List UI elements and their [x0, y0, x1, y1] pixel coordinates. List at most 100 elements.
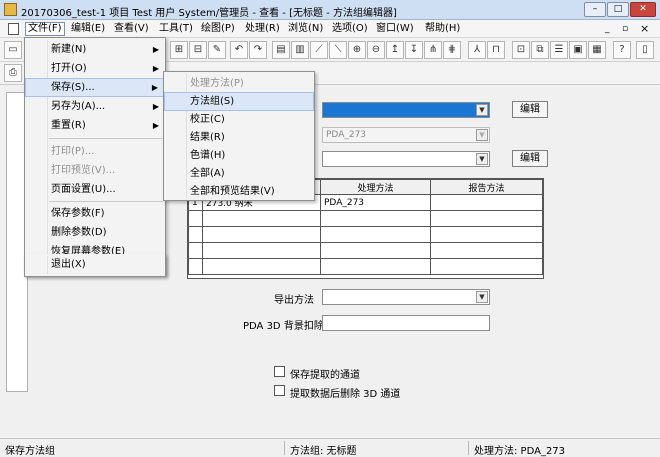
- menu-browse[interactable]: 浏览(N): [286, 22, 325, 36]
- tool-icon[interactable]: ▣: [569, 41, 587, 59]
- dropdown-arrow-icon[interactable]: ▼: [476, 104, 488, 116]
- table-cell[interactable]: [430, 194, 543, 211]
- tool-icon[interactable]: ▯: [636, 41, 654, 59]
- pda-background-label: PDA 3D 背景扣除: [243, 321, 324, 332]
- menu-item-new[interactable]: 新建(N) ▶: [25, 40, 165, 59]
- menu-item-save-as[interactable]: 另存为(A)... ▶: [25, 97, 165, 116]
- menu-item-save[interactable]: 保存(S)... ▶: [25, 78, 165, 97]
- submenu-arrow-icon: ▶: [151, 83, 158, 92]
- submenu-item-calibration[interactable]: 校正(C): [164, 110, 314, 129]
- table-cell[interactable]: [202, 242, 321, 259]
- dropdown-arrow-icon[interactable]: ▼: [476, 291, 488, 303]
- submenu-item-method-set[interactable]: 方法组(S): [164, 92, 314, 111]
- menu-item-reset[interactable]: 重置(R) ▶: [25, 116, 165, 135]
- export-method-label: 导出方法: [274, 295, 314, 306]
- menu-options[interactable]: 选项(O): [330, 22, 370, 36]
- menu-file[interactable]: 文件(F): [25, 22, 65, 36]
- tool-icon[interactable]: ⟍: [329, 41, 347, 59]
- menu-tools[interactable]: 工具(T): [157, 22, 195, 36]
- tool-icon[interactable]: ⟋: [310, 41, 328, 59]
- table-cell[interactable]: [320, 226, 431, 243]
- mdi-close-button[interactable]: ×: [638, 22, 651, 36]
- menu-item-save-params[interactable]: 保存参数(F): [25, 204, 165, 223]
- table-cell[interactable]: [320, 258, 431, 275]
- pda-background-input[interactable]: [322, 315, 490, 331]
- tool-icon[interactable]: ⊞: [170, 41, 188, 59]
- submenu-item-all-preview[interactable]: 全部和预览结果(V): [164, 182, 314, 201]
- integrate-icon[interactable]: ⅄: [468, 41, 486, 59]
- status-method-set: 方法组: 无标题: [290, 446, 357, 457]
- tool-icon[interactable]: ⊟: [189, 41, 207, 59]
- tool-icon[interactable]: ⊖: [367, 41, 385, 59]
- tool-icon[interactable]: ✎: [208, 41, 226, 59]
- redo-icon[interactable]: ↷: [249, 41, 267, 59]
- table-row[interactable]: [188, 242, 543, 259]
- menu-view[interactable]: 查看(V): [112, 22, 151, 36]
- menu-item-label: 另存为(A)...: [51, 101, 106, 112]
- menu-item-open[interactable]: 打开(O) ▶: [25, 59, 165, 78]
- edit-button-2[interactable]: 编辑: [512, 150, 548, 167]
- delete-3d-label: 提取数据后删除 3D 通道: [290, 389, 401, 400]
- edit-button-1[interactable]: 编辑: [512, 101, 548, 118]
- new-icon[interactable]: ▭: [4, 41, 22, 59]
- app-icon: [4, 3, 17, 16]
- menu-edit[interactable]: 编辑(E): [69, 22, 107, 36]
- menu-item-page-setup[interactable]: 页面设置(U)...: [25, 180, 165, 199]
- document-icon[interactable]: [8, 23, 19, 35]
- table-cell[interactable]: [202, 210, 321, 227]
- status-message: 保存方法组: [5, 446, 55, 457]
- tool-icon[interactable]: ▤: [272, 41, 290, 59]
- export-method-combo[interactable]: ▼: [322, 289, 490, 305]
- table-row[interactable]: [188, 258, 543, 275]
- menu-plot[interactable]: 绘图(P): [199, 22, 237, 36]
- help-icon[interactable]: ?: [613, 41, 631, 59]
- table-cell[interactable]: [430, 242, 543, 259]
- tool-icon[interactable]: ⧉: [531, 41, 549, 59]
- mdi-minimize-button[interactable]: _: [603, 22, 612, 36]
- file-menu: 新建(N) ▶ 打开(O) ▶ 保存(S)... ▶ 另存为(A)... ▶ 重置(R)…: [24, 37, 166, 275]
- table-cell[interactable]: [202, 226, 321, 243]
- tool-icon[interactable]: ⋔: [424, 41, 442, 59]
- table-row[interactable]: [188, 226, 543, 243]
- submenu-item-results[interactable]: 结果(R): [164, 128, 314, 147]
- file-menu-exit-area: 退出(X): [24, 254, 166, 277]
- mdi-restore-button[interactable]: ▫: [620, 22, 630, 36]
- submenu-item-all[interactable]: 全部(A): [164, 164, 314, 183]
- table-cell[interactable]: [320, 210, 431, 227]
- table-cell[interactable]: [320, 242, 431, 259]
- table-cell[interactable]: [430, 210, 543, 227]
- tool-icon[interactable]: ↥: [386, 41, 404, 59]
- delete-3d-checkbox[interactable]: [274, 385, 285, 396]
- tool-icon[interactable]: ☰: [550, 41, 568, 59]
- restore-button[interactable]: □: [607, 2, 629, 17]
- close-button[interactable]: ✕: [630, 2, 656, 17]
- menu-item-exit[interactable]: 退出(X): [25, 255, 165, 274]
- print-icon[interactable]: ⎙: [4, 64, 22, 82]
- submenu-item-processing-method: 处理方法(P): [190, 78, 244, 89]
- table-cell[interactable]: [430, 258, 543, 275]
- tool-icon[interactable]: ↧: [405, 41, 423, 59]
- menu-window[interactable]: 窗口(W): [374, 22, 416, 36]
- tool-icon[interactable]: ▦: [588, 41, 606, 59]
- save-channels-checkbox[interactable]: [274, 366, 285, 377]
- combo-3[interactable]: ▼: [322, 151, 490, 167]
- minimize-button[interactable]: –: [584, 2, 606, 17]
- menu-process[interactable]: 处理(R): [243, 22, 282, 36]
- tool-icon[interactable]: ⊓: [487, 41, 505, 59]
- table-cell: [188, 210, 203, 227]
- tool-icon[interactable]: ▥: [291, 41, 309, 59]
- table-row[interactable]: [188, 210, 543, 227]
- combo-selected[interactable]: ▼: [322, 102, 490, 118]
- menu-help[interactable]: 帮助(H): [423, 22, 462, 36]
- dropdown-arrow-icon[interactable]: ▼: [476, 153, 488, 165]
- table-cell[interactable]: [202, 258, 321, 275]
- table-cell[interactable]: PDA_273: [320, 194, 431, 211]
- tool-icon[interactable]: ⋕: [443, 41, 461, 59]
- submenu-item-chromatogram[interactable]: 色谱(H): [164, 146, 314, 165]
- menu-item-delete-params[interactable]: 删除参数(D): [25, 223, 165, 242]
- undo-icon[interactable]: ↶: [230, 41, 248, 59]
- tool-icon[interactable]: ⊡: [512, 41, 530, 59]
- column-header: 报告方法: [430, 179, 543, 195]
- tool-icon[interactable]: ⊕: [348, 41, 366, 59]
- table-cell[interactable]: [430, 226, 543, 243]
